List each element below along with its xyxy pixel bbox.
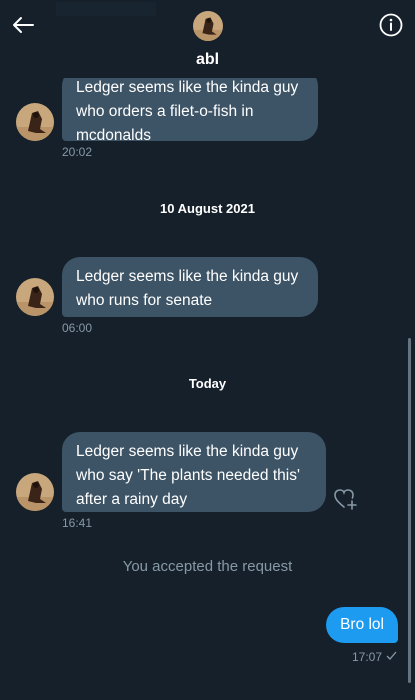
scrollbar[interactable] (408, 338, 411, 683)
info-icon[interactable] (379, 13, 403, 37)
sender-avatar[interactable] (16, 278, 54, 316)
outgoing-message-meta: 17:07 (352, 650, 397, 664)
outgoing-message-bubble[interactable]: Bro lol (326, 607, 398, 643)
arrow-left-icon[interactable] (10, 12, 36, 38)
conversation-header: abl (0, 0, 415, 78)
date-separator: 10 August 2021 (160, 201, 255, 216)
sender-avatar[interactable] (16, 103, 54, 141)
message-timestamp: 16:41 (62, 516, 93, 530)
ghost-overlay (56, 2, 156, 16)
avatar[interactable] (193, 11, 223, 41)
heart-add-icon[interactable] (333, 487, 359, 511)
message-timestamp: 17:07 (351, 650, 382, 664)
conversation-title[interactable]: abl (0, 51, 415, 69)
date-separator: Today (188, 376, 227, 391)
message-bubble[interactable]: Ledger seems like the kinda guy who say … (62, 432, 326, 512)
conversation: Ledger seems like the kinda guy who orde… (0, 0, 415, 700)
check-icon (386, 650, 397, 664)
message-timestamp: 06:00 (62, 321, 93, 335)
message-bubble[interactable]: Ledger seems like the kinda guy who runs… (62, 257, 318, 317)
message-timestamp: 20:02 (62, 145, 93, 159)
sender-avatar[interactable] (16, 473, 54, 511)
message-bubble[interactable]: Ledger seems like the kinda guy who orde… (62, 68, 318, 144)
system-message: You accepted the request (122, 558, 293, 575)
